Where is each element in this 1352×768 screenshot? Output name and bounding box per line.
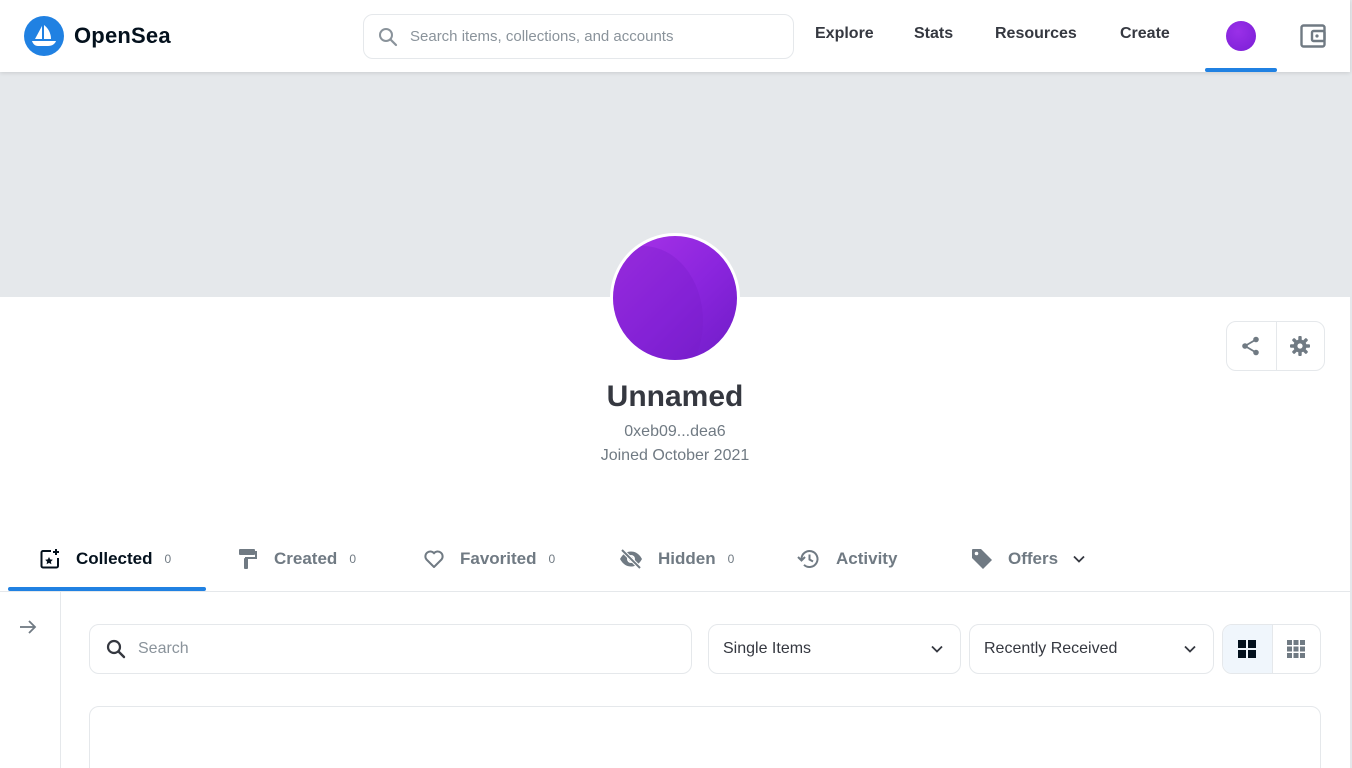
tab-collected[interactable]: Collected 0 — [38, 527, 171, 591]
ship-logo-icon — [24, 16, 64, 56]
account-avatar[interactable] — [1226, 21, 1256, 51]
tag-icon — [972, 549, 992, 569]
tab-label: Hidden — [658, 549, 716, 568]
tab-favorited[interactable]: Favorited 0 — [422, 527, 555, 591]
tab-activity[interactable]: Activity — [796, 527, 897, 591]
tab-label: Collected — [76, 549, 153, 568]
nav-resources[interactable]: Resources — [995, 25, 1077, 43]
tab-count: 0 — [164, 552, 172, 566]
global-search[interactable] — [363, 14, 794, 59]
results-panel — [89, 706, 1321, 768]
tab-label: Favorited — [460, 549, 537, 568]
tab-created[interactable]: Created 0 — [236, 527, 356, 591]
item-type-value: Single Items — [723, 640, 812, 657]
sort-value: Recently Received — [984, 640, 1118, 657]
wallet-address[interactable]: 0xeb09...dea6 — [0, 423, 1350, 441]
brand-name: OpenSea — [74, 23, 171, 48]
tab-count: 0 — [548, 552, 556, 566]
profile-avatar — [610, 233, 740, 363]
nav-create[interactable]: Create — [1120, 25, 1170, 43]
share-button[interactable] — [1227, 322, 1276, 370]
sort-select[interactable]: Recently Received — [969, 624, 1214, 674]
tab-label: Offers — [1008, 549, 1059, 568]
search-icon — [106, 639, 126, 659]
arrow-right-icon — [20, 620, 37, 634]
paint-roller-icon — [239, 549, 257, 569]
heart-icon — [424, 550, 444, 568]
profile-actions — [1226, 321, 1325, 371]
profile-name: Unnamed — [606, 380, 744, 413]
items-search[interactable] — [89, 624, 692, 674]
tab-hidden[interactable]: Hidden 0 — [618, 527, 734, 591]
settings-button[interactable] — [1275, 322, 1325, 370]
tab-count: 0 — [349, 552, 356, 566]
chevron-down-icon — [1073, 555, 1085, 563]
large-grid-button[interactable] — [1223, 625, 1272, 673]
global-search-input[interactable] — [410, 28, 770, 45]
tab-label: Activity — [836, 549, 898, 568]
expand-filters-button[interactable] — [18, 617, 38, 642]
gear-icon — [1290, 336, 1311, 356]
chevron-down-icon — [931, 645, 943, 653]
opensea-logo[interactable]: OpenSea — [24, 16, 171, 56]
active-nav-indicator — [1205, 68, 1277, 72]
tab-count: 0 — [727, 552, 735, 566]
eye-off-icon — [620, 548, 642, 570]
filter-sidebar — [0, 592, 61, 768]
items-search-input[interactable] — [138, 640, 658, 658]
small-grid-button[interactable] — [1271, 625, 1321, 673]
profile-tabs: Collected 0 Created 0 Favorited 0 Hidden… — [0, 527, 1350, 592]
tab-label: Created — [274, 549, 338, 568]
active-tab-indicator — [8, 587, 206, 591]
small-grid-icon — [1287, 640, 1306, 658]
large-grid-icon — [1238, 640, 1257, 658]
collected-icon — [40, 549, 59, 569]
share-icon — [1242, 336, 1260, 356]
tab-offers[interactable]: Offers — [970, 527, 1086, 591]
joined-date: Joined October 2021 — [600, 447, 750, 464]
grid-size-toggle — [1222, 624, 1321, 674]
search-icon — [379, 27, 398, 46]
history-icon — [797, 550, 819, 568]
nav-explore[interactable]: Explore — [815, 25, 874, 43]
nav-stats[interactable]: Stats — [914, 25, 953, 43]
top-nav: OpenSea Explore Stats Resources Create — [0, 0, 1350, 72]
wallet-icon[interactable] — [1299, 22, 1327, 55]
item-type-select[interactable]: Single Items — [708, 624, 961, 674]
chevron-down-icon — [1184, 645, 1196, 653]
page: OpenSea Explore Stats Resources Create — [0, 0, 1352, 768]
